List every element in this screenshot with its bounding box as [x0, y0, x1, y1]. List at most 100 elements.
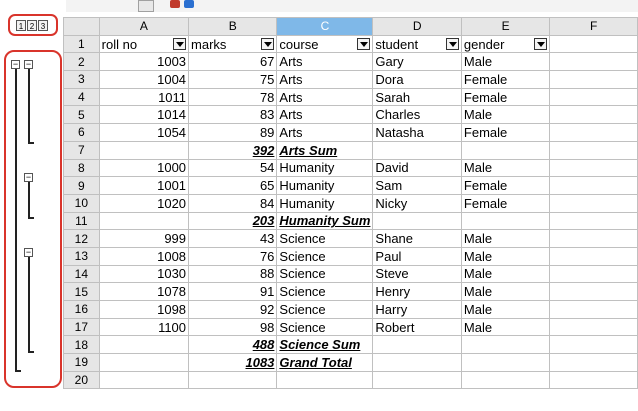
cell-student[interactable]: Sam	[372, 176, 462, 195]
chart-icon[interactable]	[170, 0, 180, 8]
cell-gender[interactable]: Male	[460, 52, 551, 72]
row-header[interactable]: 16	[63, 300, 100, 319]
cell-header-f[interactable]	[549, 34, 638, 54]
column-header-d[interactable]: D	[372, 17, 462, 36]
cell-gender[interactable]: Male	[460, 246, 551, 266]
row-header[interactable]: 7	[63, 140, 100, 160]
cell-roll-no[interactable]: 1003	[98, 52, 190, 72]
cell-roll-no[interactable]: 1030	[98, 264, 190, 284]
cell-roll-no[interactable]: 1011	[98, 87, 190, 107]
autofilter-dropdown-icon[interactable]	[357, 38, 371, 51]
cell-empty-f[interactable]	[549, 317, 638, 337]
cell-course[interactable]	[276, 370, 374, 390]
cell-gender[interactable]: Male	[460, 105, 551, 125]
cell-student[interactable]: Natasha	[372, 123, 462, 142]
select-all-corner[interactable]	[63, 17, 100, 36]
cell-roll-no[interactable]: 1078	[98, 282, 190, 301]
cell-gender[interactable]	[460, 335, 551, 355]
cell-student[interactable]: David	[372, 158, 462, 178]
cell-marks[interactable]: 88	[188, 264, 278, 284]
row-header[interactable]: 15	[63, 282, 100, 301]
cell-marks[interactable]: 43	[188, 229, 278, 248]
cell-header-b[interactable]: marks	[188, 34, 278, 54]
cell-marks[interactable]: 488	[188, 335, 278, 355]
autofilter-dropdown-icon[interactable]	[445, 38, 459, 51]
cell-marks[interactable]: 54	[188, 158, 278, 178]
cell-student[interactable]: Shane	[372, 229, 462, 248]
outline-level-3-button[interactable]: 3	[38, 20, 48, 31]
cell-course[interactable]: Arts	[276, 123, 374, 142]
cell-marks[interactable]: 65	[188, 176, 278, 195]
cell-marks[interactable]: 67	[188, 52, 278, 72]
cell-roll-no[interactable]: 1020	[98, 193, 190, 213]
cell-empty-f[interactable]	[549, 176, 638, 195]
cell-course[interactable]: Humanity	[276, 158, 374, 178]
cell-empty-f[interactable]	[549, 158, 638, 178]
cell-course[interactable]: Arts	[276, 52, 374, 72]
autofilter-dropdown-icon[interactable]	[261, 38, 275, 51]
cell-marks[interactable]: 203	[188, 211, 278, 231]
cell-empty-f[interactable]	[549, 52, 638, 72]
cell-roll-no[interactable]: 1001	[98, 176, 190, 195]
outline-level-1-button[interactable]: 1	[16, 20, 26, 31]
cell-marks[interactable]: 83	[188, 105, 278, 125]
row-header[interactable]: 9	[63, 176, 100, 195]
cell-empty-f[interactable]	[549, 353, 638, 372]
cell-empty-f[interactable]	[549, 335, 638, 355]
cell-student[interactable]: Sarah	[372, 87, 462, 107]
sort-icon[interactable]	[184, 0, 194, 8]
cell-course[interactable]: Science	[276, 317, 374, 337]
cell-marks[interactable]: 78	[188, 87, 278, 107]
cell-course[interactable]: Science Sum	[276, 335, 374, 355]
cell-empty-f[interactable]	[549, 282, 638, 301]
cell-roll-no[interactable]	[98, 353, 190, 372]
cell-student[interactable]: Nicky	[372, 193, 462, 213]
cell-gender[interactable]: Male	[460, 300, 551, 319]
cell-marks[interactable]: 84	[188, 193, 278, 213]
cell-marks[interactable]: 75	[188, 70, 278, 89]
cell-student[interactable]: Steve	[372, 264, 462, 284]
cell-header-c[interactable]: course	[276, 34, 374, 54]
cell-gender[interactable]	[460, 211, 551, 231]
collapse-science-icon[interactable]: −	[24, 248, 33, 257]
row-header[interactable]: 12	[63, 229, 100, 248]
collapse-level1-icon[interactable]: −	[11, 60, 20, 69]
cell-course[interactable]: Science	[276, 300, 374, 319]
row-header[interactable]: 10	[63, 193, 100, 213]
cell-gender[interactable]: Female	[460, 193, 551, 213]
cell-roll-no[interactable]: 1054	[98, 123, 190, 142]
autofilter-dropdown-icon[interactable]	[534, 38, 548, 51]
cell-gender[interactable]: Female	[460, 70, 551, 89]
row-header[interactable]: 3	[63, 70, 100, 89]
cell-gender[interactable]: Female	[460, 123, 551, 142]
row-header[interactable]: 2	[63, 52, 100, 72]
cell-marks[interactable]: 1083	[188, 353, 278, 372]
cell-student[interactable]	[372, 353, 462, 372]
cell-empty-f[interactable]	[549, 370, 638, 390]
column-header-e[interactable]: E	[460, 17, 551, 36]
cell-course[interactable]: Science	[276, 246, 374, 266]
cell-roll-no[interactable]	[98, 335, 190, 355]
cell-gender[interactable]: Male	[460, 317, 551, 337]
row-header[interactable]: 11	[63, 211, 100, 231]
row-header[interactable]: 19	[63, 353, 100, 372]
column-header-b[interactable]: B	[188, 17, 278, 36]
cell-gender[interactable]: Male	[460, 229, 551, 248]
cell-gender[interactable]	[460, 353, 551, 372]
row-header[interactable]: 6	[63, 123, 100, 142]
cell-student[interactable]	[372, 335, 462, 355]
cell-student[interactable]: Henry	[372, 282, 462, 301]
cell-header-e[interactable]: gender	[460, 34, 551, 54]
cell-gender[interactable]: Female	[460, 176, 551, 195]
cell-course[interactable]: Arts	[276, 87, 374, 107]
cell-student[interactable]: Paul	[372, 246, 462, 266]
cell-empty-f[interactable]	[549, 105, 638, 125]
cell-course[interactable]: Humanity Sum	[276, 211, 374, 231]
cell-empty-f[interactable]	[549, 70, 638, 89]
cell-empty-f[interactable]	[549, 246, 638, 266]
cell-marks[interactable]: 89	[188, 123, 278, 142]
cell-roll-no[interactable]	[98, 370, 190, 390]
cell-student[interactable]	[372, 211, 462, 231]
autofilter-dropdown-icon[interactable]	[173, 38, 187, 51]
cell-student[interactable]: Dora	[372, 70, 462, 89]
